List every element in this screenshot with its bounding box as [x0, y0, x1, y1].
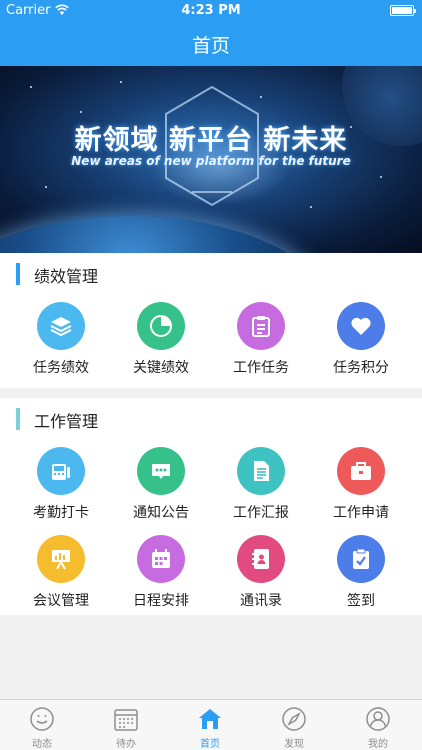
section-title: 绩效管理: [34, 267, 99, 286]
checkin-icon: [337, 535, 385, 583]
tab-bar: 动态 待办 首页 发现 我的: [0, 699, 422, 750]
report-icon: [237, 447, 285, 495]
banner-image[interactable]: 新领域 新平台 新未来 New areas of new platform fo…: [0, 66, 422, 253]
battery-icon: [390, 5, 416, 16]
work-management-section: 工作管理 考勤打卡 通知公告 工作汇报 工作申请 会议管理 日程安排 通讯录 签…: [0, 398, 422, 615]
section-header: 工作管理: [0, 398, 422, 438]
tab-discover[interactable]: 发现: [252, 700, 336, 750]
section-accent-bar: [16, 263, 20, 285]
grid-item-work-tasks[interactable]: 工作任务: [211, 302, 311, 382]
tab-label: 首页: [200, 739, 220, 750]
grid-item-key-performance[interactable]: 关键绩效: [111, 302, 211, 382]
grid-item-task-performance[interactable]: 任务绩效: [11, 302, 111, 382]
grid-item-label: 考勤打卡: [33, 505, 89, 521]
punch-clock-icon: [37, 447, 85, 495]
smile-icon: [30, 707, 54, 731]
tab-home[interactable]: 首页: [168, 700, 252, 750]
grid-item-label: 会议管理: [33, 593, 89, 609]
grid-item-label: 关键绩效: [133, 360, 189, 376]
section-accent-bar: [16, 408, 20, 430]
tab-feed[interactable]: 动态: [0, 700, 84, 750]
grid-item-label: 任务绩效: [33, 360, 89, 376]
message-icon: [137, 447, 185, 495]
grid-item-attendance[interactable]: 考勤打卡: [11, 447, 111, 527]
pie-chart-icon: [137, 302, 185, 350]
grid-item-task-points[interactable]: 任务积分: [311, 302, 411, 382]
grid-item-schedule[interactable]: 日程安排: [111, 535, 211, 615]
tab-label: 待办: [116, 739, 136, 750]
clipboard-icon: [237, 302, 285, 350]
grid-item-contacts[interactable]: 通讯录: [211, 535, 311, 615]
presentation-icon: [37, 535, 85, 583]
grid-item-label: 签到: [347, 593, 375, 609]
grid-item-label: 日程安排: [133, 593, 189, 609]
grid-item-label: 工作汇报: [233, 505, 289, 521]
grid-item-label: 通讯录: [240, 593, 282, 609]
tab-label: 发现: [284, 739, 304, 750]
grid-item-label: 工作任务: [233, 360, 289, 376]
section-header: 绩效管理: [0, 253, 422, 293]
grid-item-checkin[interactable]: 签到: [311, 535, 411, 615]
user-icon: [366, 707, 390, 731]
grid-item-label: 通知公告: [133, 505, 189, 521]
tab-label: 动态: [32, 739, 52, 750]
banner-subline: New areas of new platform for the future: [71, 154, 351, 168]
briefcase-icon: [337, 447, 385, 495]
grid-item-label: 任务积分: [333, 360, 389, 376]
grid-item-label: 工作申请: [333, 505, 389, 521]
contacts-icon: [237, 535, 285, 583]
compass-icon: [282, 707, 306, 731]
grid-item-meeting[interactable]: 会议管理: [11, 535, 111, 615]
section-title: 工作管理: [34, 412, 99, 431]
grid-item-work-application[interactable]: 工作申请: [311, 447, 411, 527]
layers-icon: [37, 302, 85, 350]
calendar-icon: [137, 535, 185, 583]
grid-item-notice[interactable]: 通知公告: [111, 447, 211, 527]
page-title: 首页: [191, 35, 230, 57]
tab-todo[interactable]: 待办: [84, 700, 168, 750]
banner-headline: 新领域 新平台 新未来: [74, 125, 348, 156]
performance-section: 绩效管理 任务绩效 关键绩效 工作任务 任务积分: [0, 253, 422, 388]
tab-me[interactable]: 我的: [336, 700, 420, 750]
status-bar: Carrier 4:23 PM: [0, 0, 422, 22]
clock-time: 4:23 PM: [181, 3, 241, 18]
tab-label: 我的: [368, 739, 388, 750]
grid-item-work-report[interactable]: 工作汇报: [211, 447, 311, 527]
heart-icon: [337, 302, 385, 350]
home-icon: [199, 709, 221, 729]
navigation-bar: 首页: [0, 22, 422, 66]
calendar-grid-icon: [114, 709, 138, 731]
